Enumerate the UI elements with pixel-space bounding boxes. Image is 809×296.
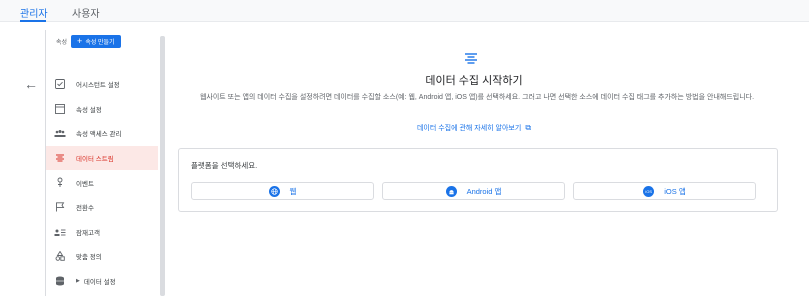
checklist-icon [54, 78, 66, 90]
external-link-icon: ⧉ [525, 123, 532, 132]
admin-sidebar-menu: 어시스턴트 설정 속성 설정 속성 액세스 관리 데이터 스트림 이벤트 전환수 [46, 72, 158, 293]
sidebar-item-label: 이벤트 [76, 180, 94, 188]
platform-ios-button[interactable]: iOS iOS 앱 [573, 182, 756, 200]
web-icon [268, 185, 280, 197]
ios-icon: iOS [643, 185, 655, 197]
platform-web-label: 웹 [289, 186, 297, 196]
page-title: 데이터 수집 시작하기 [425, 75, 523, 87]
plus-icon: + [77, 35, 83, 46]
events-icon [54, 177, 66, 189]
expand-caret-icon[interactable]: ▶ [76, 278, 80, 284]
sidebar-item-label: 어시스턴트 설정 [76, 82, 120, 90]
sidebar-item-conversions[interactable]: 전환수 [46, 195, 158, 220]
top-tab-bar: 관리자 사용자 [0, 0, 809, 22]
sidebar-item-assistant[interactable]: 어시스턴트 설정 [46, 72, 158, 97]
sidebar-item-audiences[interactable]: 잠재고객 [46, 220, 158, 245]
learn-more-link[interactable]: 데이터 수집에 관해 자세히 알아보기 ⧉ [168, 123, 780, 133]
platform-selection-card: 플랫폼을 선택하세요. 웹 Android 앱 iOS iOS 앱 [178, 148, 778, 212]
back-arrow-icon[interactable]: ← [23, 76, 39, 92]
sidebar-item-label: 맞춤 정의 [76, 254, 102, 262]
shapes-icon [54, 250, 66, 262]
people-icon [54, 127, 66, 139]
platform-ios-label: iOS 앱 [664, 186, 686, 196]
database-icon [54, 275, 66, 287]
page-description: 웹사이트 또는 앱의 데이터 수집을 설정하려면 데이터를 수집할 소스(예: … [199, 94, 755, 101]
sidebar-item-property-settings[interactable]: 속성 설정 [46, 97, 158, 122]
sidebar-item-label: 전환수 [76, 205, 94, 213]
active-tab-indicator [20, 20, 46, 22]
sidebar-item-label: 데이터 설정 [83, 279, 116, 287]
platform-android-label: Android 앱 [466, 186, 502, 196]
create-property-label: 속성 만들기 [85, 39, 115, 46]
sidebar-item-access-management[interactable]: 속성 액세스 관리 [46, 121, 158, 146]
create-property-button[interactable]: + 속성 만들기 [71, 34, 121, 48]
audience-icon [54, 226, 66, 238]
sidebar-item-label: 속성 설정 [76, 106, 102, 114]
sidebar-scrollbar[interactable] [160, 36, 165, 296]
window-icon [54, 103, 66, 115]
platform-prompt: 플랫폼을 선택하세요. [191, 161, 258, 170]
sidebar-item-label: 잠재고객 [76, 229, 100, 237]
property-label: 속성 [56, 39, 68, 46]
learn-more-label: 데이터 수집에 관해 자세히 알아보기 [416, 125, 522, 132]
sidebar-item-data-settings[interactable]: ▶ 데이터 설정 [46, 269, 158, 294]
streams-icon [54, 152, 66, 164]
android-icon [445, 185, 457, 197]
tab-user[interactable]: 사용자 [72, 5, 100, 20]
sidebar-item-label: 속성 액세스 관리 [76, 131, 122, 139]
main-content: 데이터 수집 시작하기 웹사이트 또는 앱의 데이터 수집을 설정하려면 데이터… [168, 30, 809, 296]
data-streams-icon [464, 52, 478, 66]
flag-icon [54, 201, 66, 213]
platform-web-button[interactable]: 웹 [191, 182, 374, 200]
sidebar-item-label: 데이터 스트림 [76, 156, 114, 164]
tab-admin[interactable]: 관리자 [20, 5, 48, 20]
sidebar-item-events[interactable]: 이벤트 [46, 170, 158, 195]
sidebar-item-data-streams[interactable]: 데이터 스트림 [46, 145, 158, 171]
sidebar-item-custom-definitions[interactable]: 맞춤 정의 [46, 244, 158, 269]
platform-android-button[interactable]: Android 앱 [382, 182, 565, 200]
property-row: 속성 + 속성 만들기 [56, 34, 121, 48]
